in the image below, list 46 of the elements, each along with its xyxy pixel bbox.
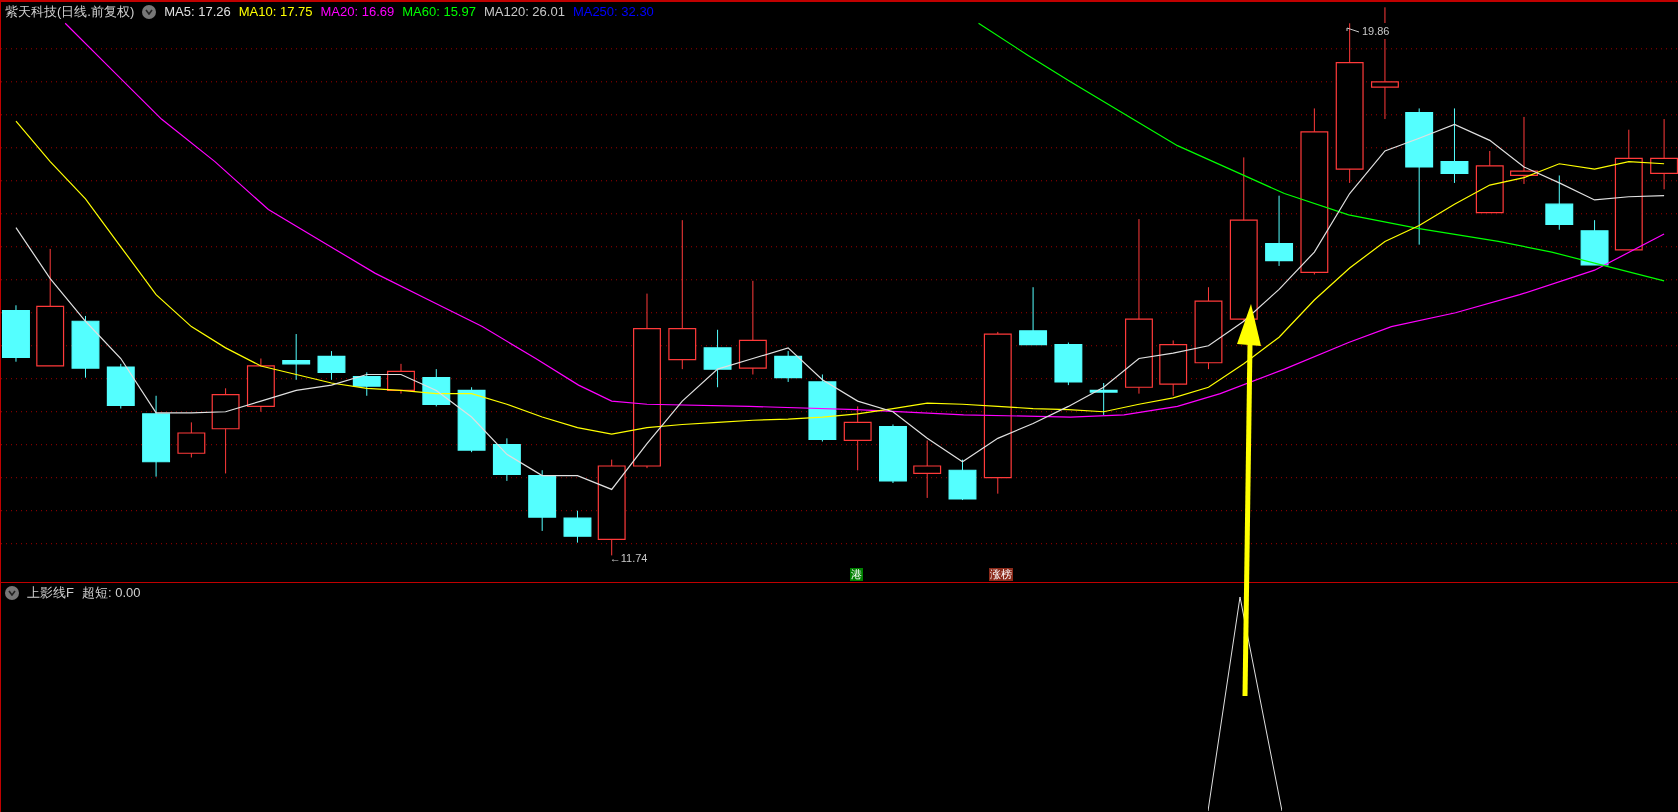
dropdown-icon[interactable]: [5, 586, 19, 600]
high-price-label: 19.86: [1345, 22, 1390, 40]
candlestick: [2, 304, 30, 363]
indicator-reading: 超短: 0.00: [81, 584, 141, 603]
dropdown-icon[interactable]: [142, 5, 157, 19]
candlestick: [1089, 382, 1118, 416]
chart-title: 紫天科技(日线.前复权): [5, 3, 135, 22]
candlestick: [703, 329, 732, 388]
candlestick: [492, 437, 521, 482]
candlestick: [1159, 339, 1188, 397]
indicator-value: MA20: 16.69: [320, 3, 395, 22]
candlestick: [1580, 219, 1609, 266]
candlestick: [317, 350, 346, 381]
candlestick: [1265, 195, 1294, 267]
candlestick: [106, 363, 135, 410]
candlestick: [282, 333, 311, 381]
candlestick: [246, 358, 275, 413]
candlestick: [1475, 150, 1504, 214]
candlestick: [457, 386, 486, 453]
low-price-label: ←11.74: [609, 550, 648, 566]
candlestick: [71, 315, 100, 379]
candlestick: [422, 368, 451, 407]
event-marker: 港: [849, 568, 863, 582]
candlestick: [808, 374, 837, 442]
candlestick: [352, 371, 381, 397]
indicator-value: MA120: 26.01: [483, 3, 565, 22]
candlestick: [879, 424, 907, 484]
event-marker: 涨榜: [988, 568, 1013, 582]
pointer-arrow-icon: [1345, 27, 1360, 36]
candlestick: [843, 405, 872, 471]
candlestick: [563, 510, 592, 544]
candlestick: [1545, 174, 1574, 231]
candlestick: [528, 469, 557, 532]
candlestick: [1510, 116, 1538, 185]
candlestick: [913, 439, 942, 499]
candlestick: [948, 459, 977, 501]
candlestick: [177, 421, 206, 458]
indicator-title: 上影线F: [27, 584, 74, 603]
indicator-value: MA5: 17.26: [164, 3, 231, 22]
candlestick: [387, 363, 415, 395]
indicator-value: MA60: 15.97: [402, 3, 476, 22]
candlestick: [1054, 342, 1083, 386]
candlestick: [1019, 286, 1048, 346]
indicator-value: MA10: 17.75: [238, 3, 313, 22]
indicator-value: MA250: 32.30: [572, 3, 654, 22]
candlestick: [774, 350, 803, 383]
